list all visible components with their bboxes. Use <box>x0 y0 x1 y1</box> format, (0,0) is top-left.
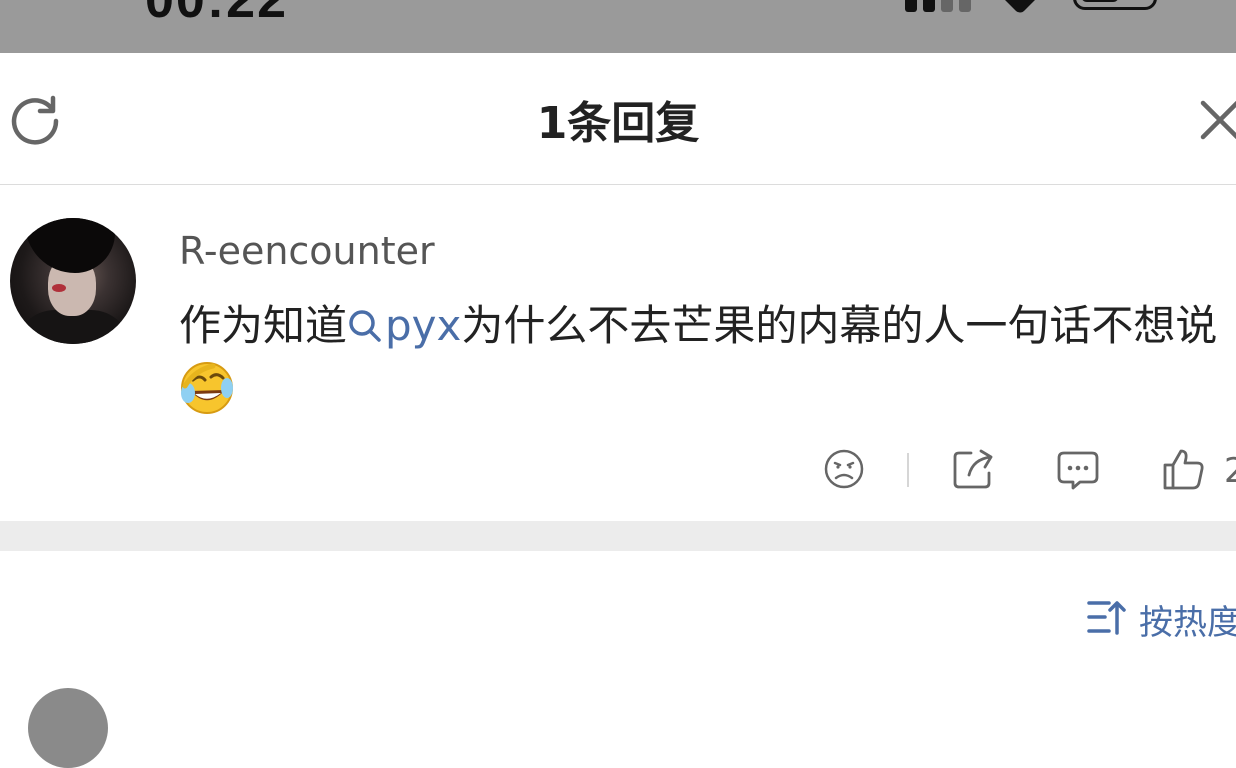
avatar[interactable] <box>28 688 108 768</box>
topic-link[interactable]: pyx <box>347 301 461 350</box>
comment-text-after: 为什么不去芒果的内幕的人一句话不想说 <box>461 301 1218 350</box>
section-divider <box>0 521 1236 551</box>
battery-icon <box>1073 0 1157 10</box>
action-divider <box>907 453 909 487</box>
reply-icon[interactable] <box>1056 447 1100 491</box>
sort-label: 按热度 <box>1139 603 1236 643</box>
comment-username[interactable]: R-eencounter <box>179 229 435 273</box>
avatar[interactable] <box>10 218 136 344</box>
like-count: 2 <box>1224 451 1236 491</box>
wifi-icon <box>1003 0 1037 15</box>
topic-label: pyx <box>385 301 462 350</box>
signal-icon <box>905 0 975 12</box>
share-icon[interactable] <box>951 447 995 491</box>
like-icon[interactable] <box>1161 447 1205 491</box>
comment-text: 作为知道 pyx为什么不去芒果的内幕的人一句话不想说 <box>179 293 1229 425</box>
sort-icon <box>1087 601 1126 635</box>
comment-item: R-eencounter 作为知道 pyx为什么不去芒果的内幕的人一句话不想说 2 <box>0 185 1236 521</box>
comment-text-before: 作为知道 <box>179 301 348 350</box>
close-icon <box>1200 100 1236 140</box>
laughing-crying-emoji <box>181 362 233 414</box>
status-time: 00:22 <box>145 0 288 29</box>
search-icon <box>349 310 381 342</box>
dislike-icon[interactable] <box>822 447 866 491</box>
header: 1条回复 <box>0 53 1236 185</box>
close-button[interactable] <box>1198 98 1236 142</box>
page-title: 1条回复 <box>536 98 700 149</box>
status-bar: 00:22 <box>0 0 1236 53</box>
